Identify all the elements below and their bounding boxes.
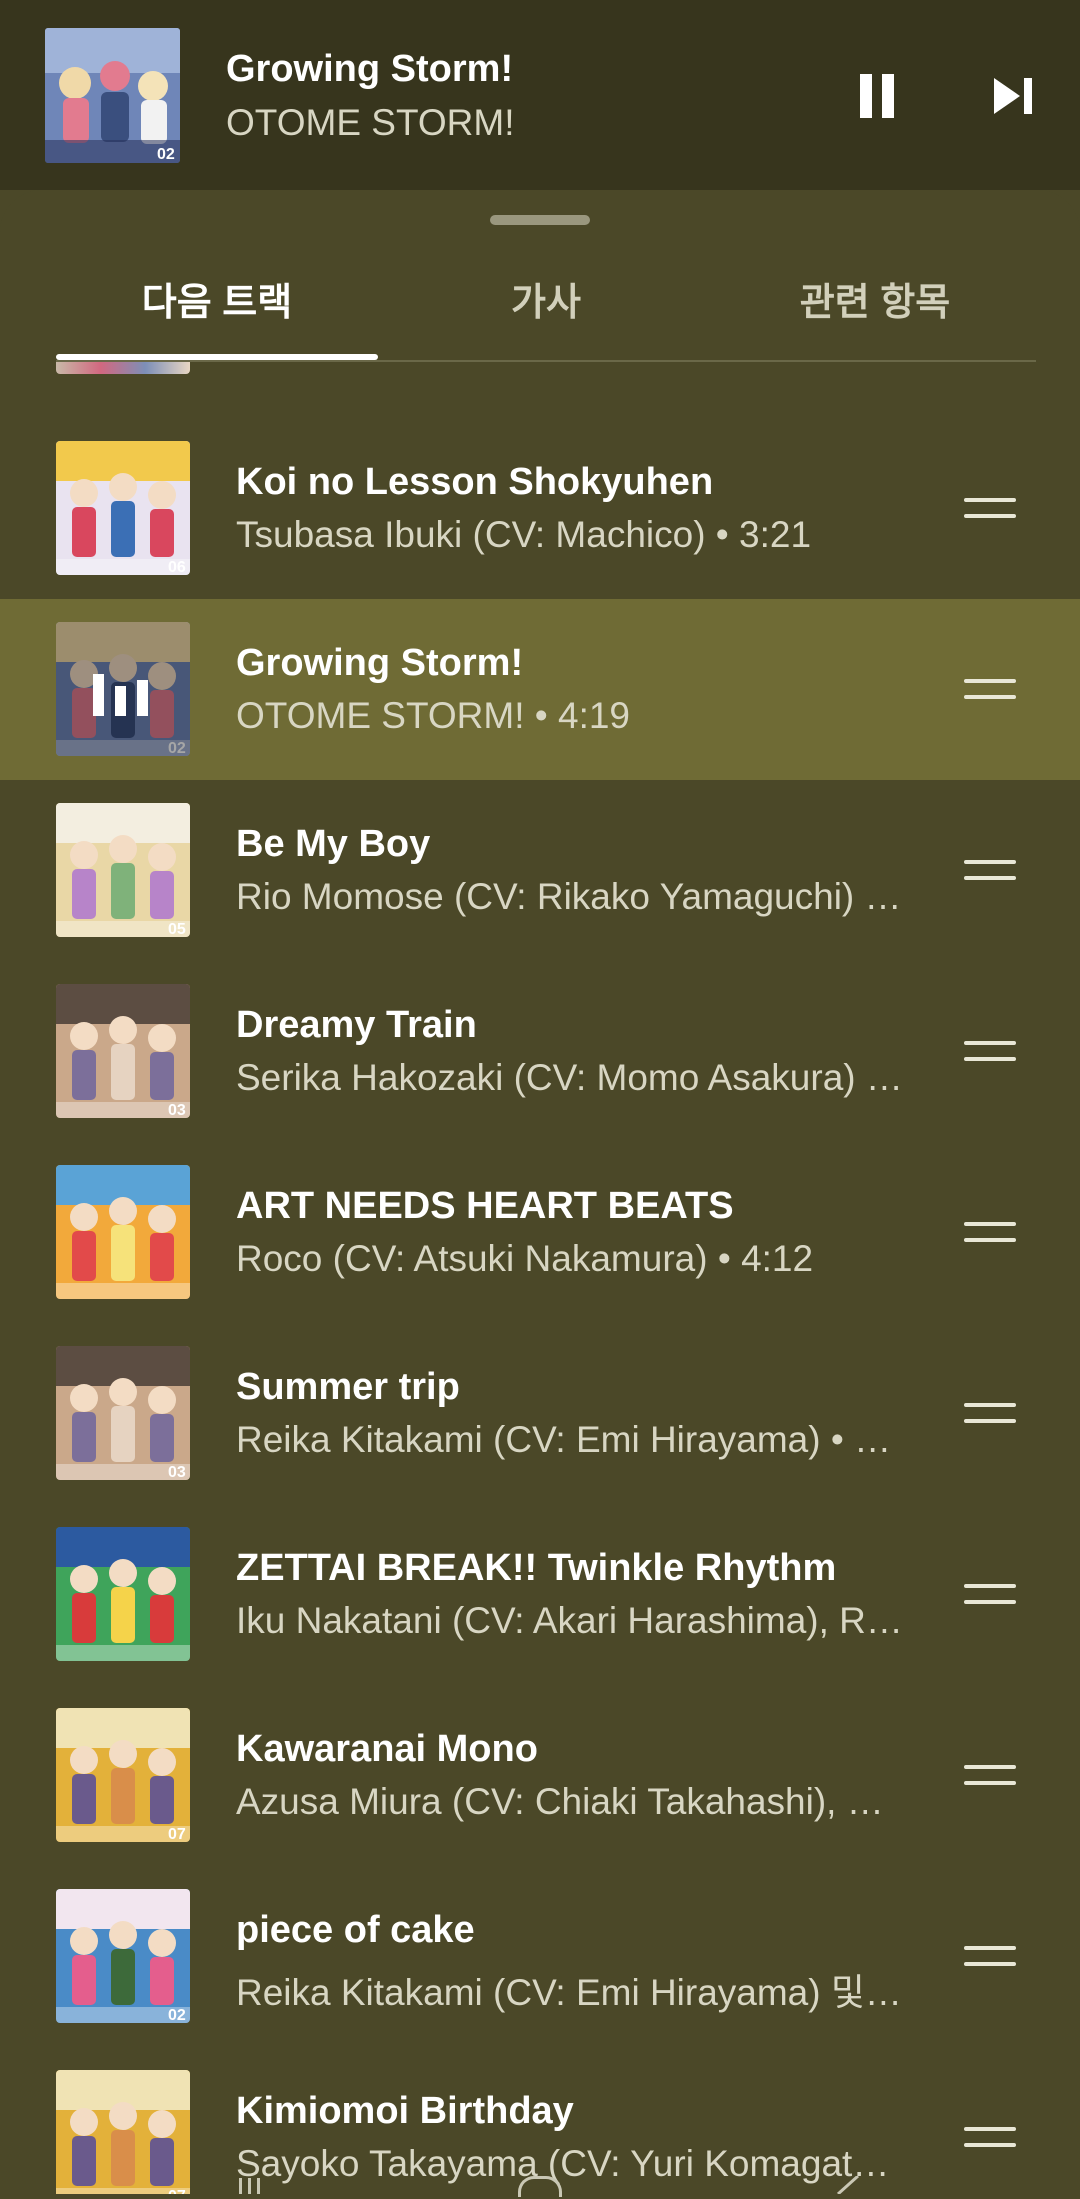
track-title: Kawaranai Mono [236,1728,538,1770]
recent-apps-icon[interactable] [238,2176,262,2194]
album-art-image: 05 [56,803,190,937]
album-art-image: 07 [56,1708,190,1842]
drag-handle-icon[interactable] [964,1037,1016,1065]
album-art-image: 03 [56,984,190,1118]
queue-list: 06 Koi no Lesson Shokyuhen Tsubasa Ibuki (… [0,418,1080,2194]
drag-handle-icon[interactable] [964,1218,1016,1246]
track-subtitle: Iku Nakatani (CV: Akari Harashima), Rio … [236,1600,908,1641]
queue-item[interactable]: 05 Be My Boy Rio Momose (CV: Rikako Yamagu… [0,780,1080,961]
track-title: Koi no Lesson Shokyuhen [236,461,714,503]
album-art-image: 03 [56,1346,190,1480]
queue-item[interactable]: ART NEEDS HEART BEATS Roco (CV: Atsuki Na… [0,1142,1080,1323]
mini-player[interactable]: 02 Growing Storm! OTOME STORM! [0,0,1080,190]
drag-handle-icon[interactable] [964,1580,1016,1608]
album-number-badge: 07 [168,2188,186,2194]
track-subtitle: Tsubasa Ibuki (CV: Machico) • 3:21 [236,514,812,555]
queue-item[interactable]: 06 Koi no Lesson Shokyuhen Tsubasa Ibuki (… [0,418,1080,599]
track-thumbnail: 02 [56,622,190,756]
track-subtitle: Serika Hakozaki (CV: Momo Asakura) • 4:0… [236,1057,908,1098]
now-playing-overlay [56,622,190,756]
album-art-image: 07 [56,2070,190,2194]
drag-handle-icon[interactable] [964,856,1016,884]
tab-active-indicator [56,354,378,360]
tab-related[interactable]: 관련 항목 [714,248,1036,358]
track-thumbnail [56,1165,190,1299]
track-thumbnail: 03 [56,984,190,1118]
album-art-image: 02 [45,28,180,163]
drag-handle-icon[interactable] [964,1399,1016,1427]
album-number-badge: 05 [168,921,186,937]
queue-item[interactable]: 02 piece of cake Reika Kitakami (CV: Emi H… [0,1866,1080,2047]
svg-text:02: 02 [157,146,175,163]
track-thumbnail: 02 [56,1889,190,2023]
queue-item[interactable]: ZETTAI BREAK!! Twinkle Rhythm Iku Nakatan… [0,1504,1080,1685]
track-thumbnail: 03 [56,1346,190,1480]
drag-handle-icon[interactable] [964,2123,1016,2151]
album-number-badge: 07 [168,1826,186,1842]
back-icon[interactable] [830,2174,860,2196]
queue-item[interactable]: 03 Dreamy Train Serika Hakozaki (CV: Momo … [0,961,1080,1142]
track-subtitle: Roco (CV: Atsuki Nakamura) • 4:12 [236,1238,814,1279]
album-number-badge: 03 [168,1464,186,1480]
tab-label: 다음 트랙 [141,282,293,324]
tab-up-next[interactable]: 다음 트랙 [56,248,378,360]
drag-handle-icon[interactable] [964,675,1016,703]
queue-sheet: 다음 트랙 가사 관련 항목 06 Koi no Lesson Shokyuhen… [0,190,1080,2194]
queue-item[interactable]: 07 Kimiomoi Birthday Sayoko Takayama (CV: … [0,2047,1080,2194]
track-subtitle: Reika Kitakami (CV: Emi Hirayama) 및 Nao [236,1972,908,2013]
track-title: Summer trip [236,1366,460,1408]
album-art-image [56,1165,190,1299]
album-art-image: 02 [56,1889,190,2023]
track-subtitle: Reika Kitakami (CV: Emi Hirayama) • 4:31 [236,1419,908,1460]
mini-player-artist: OTOME STORM! [226,102,515,143]
queue-item[interactable]: 03 Summer trip Reika Kitakami (CV: Emi Hir… [0,1323,1080,1504]
pause-icon[interactable] [856,70,900,122]
previous-track-thumbnail [56,362,190,374]
album-number-badge: 06 [168,559,186,575]
drag-handle-icon[interactable] [964,1761,1016,1789]
track-title: ZETTAI BREAK!! Twinkle Rhythm [236,1547,837,1589]
album-number-badge: 03 [168,1102,186,1118]
track-subtitle: Azusa Miura (CV: Chiaki Takahashi), Koto… [236,1781,908,1822]
track-title: Growing Storm! [236,642,524,684]
track-thumbnail: 07 [56,1708,190,1842]
album-art-image [56,1527,190,1661]
track-title: piece of cake [236,1909,475,1951]
track-title: ART NEEDS HEART BEATS [236,1185,734,1227]
album-art-image: 06 [56,441,190,575]
tab-label: 가사 [511,282,581,324]
mini-player-title: Growing Storm! [226,48,514,90]
track-title: Be My Boy [236,823,431,865]
track-thumbnail: 06 [56,441,190,575]
track-thumbnail: 07 [56,2070,190,2194]
equalizer-icon [93,674,153,716]
track-thumbnail [56,1527,190,1661]
tab-label: 관련 항목 [799,282,951,324]
drag-handle-icon[interactable] [964,1942,1016,1970]
sheet-drag-handle[interactable] [490,215,590,225]
queue-item[interactable]: 07 Kawaranai Mono Azusa Miura (CV: Chiaki … [0,1685,1080,1866]
skip-next-icon[interactable] [990,74,1040,118]
track-title: Kimiomoi Birthday [236,2090,574,2132]
queue-item-now-playing[interactable]: 02 Growing Storm! OTOME STORM! • 4:19 [0,599,1080,780]
sheet-tabs: 다음 트랙 가사 관련 항목 [56,248,1036,362]
track-subtitle: OTOME STORM! • 4:19 [236,695,631,736]
track-title: Dreamy Train [236,1004,477,1046]
track-thumbnail: 05 [56,803,190,937]
album-number-badge: 02 [168,2007,186,2023]
track-subtitle: Rio Momose (CV: Rikako Yamaguchi) • 3:58 [236,876,908,917]
tab-lyrics[interactable]: 가사 [385,248,707,358]
drag-handle-icon[interactable] [964,494,1016,522]
track-subtitle: Sayoko Takayama (CV: Yuri Komagata) • 3:… [236,2143,908,2184]
mini-player-album-art[interactable]: 02 [45,28,180,163]
